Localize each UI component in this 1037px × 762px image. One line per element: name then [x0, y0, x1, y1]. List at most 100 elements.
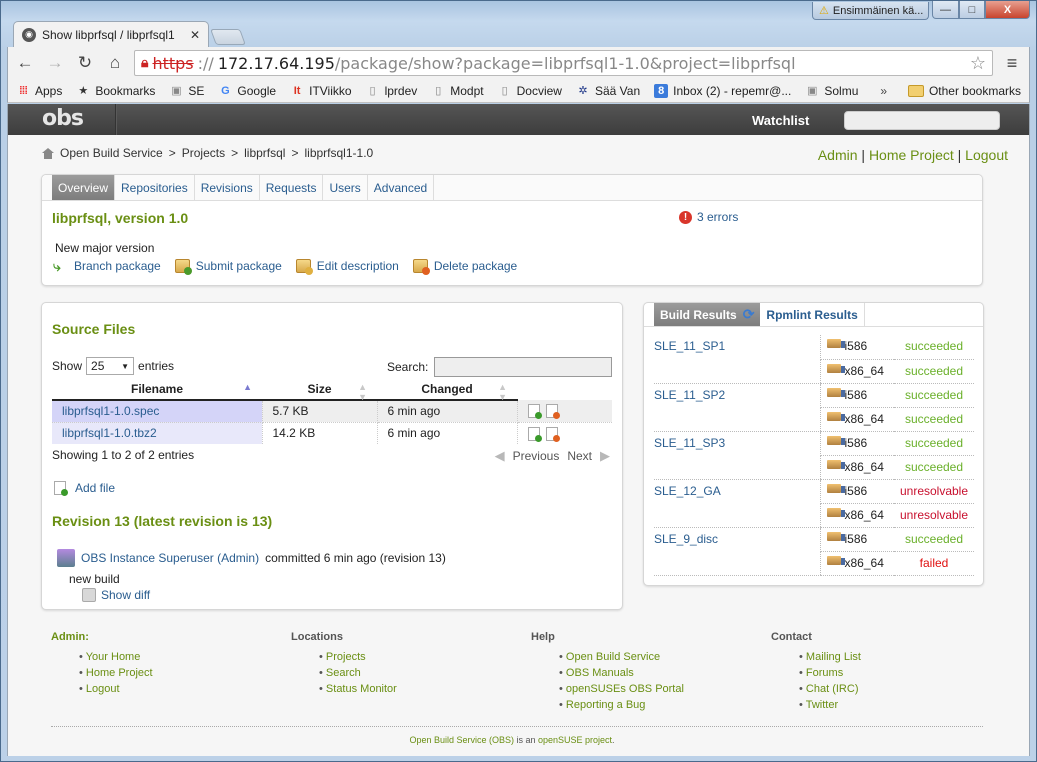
build-status-link[interactable]: unresolvable: [900, 508, 968, 522]
bookmark-inbox[interactable]: 8 Inbox (2) - repemr@...: [654, 83, 791, 98]
tab-revisions[interactable]: Revisions: [195, 175, 260, 200]
reload-button[interactable]: ↻: [74, 52, 96, 74]
submit-package-link[interactable]: Submit package: [174, 259, 282, 275]
forward-button[interactable]: →: [44, 52, 66, 74]
bookmark-bookmarks[interactable]: ★ Bookmarks: [76, 84, 155, 98]
maximize-button[interactable]: □: [959, 1, 985, 19]
footer-link[interactable]: Your Home: [86, 651, 141, 663]
tab-rpmlint-results[interactable]: Rpmlint Results: [760, 303, 865, 326]
bookmark-saa-van[interactable]: ✲ Sää Van: [576, 84, 640, 98]
minimize-button[interactable]: —: [932, 1, 959, 19]
other-bookmarks[interactable]: Other bookmarks: [907, 84, 1021, 98]
edit-description-link[interactable]: Edit description: [295, 259, 399, 275]
footer-link[interactable]: Forums: [806, 667, 843, 679]
tab-build-results[interactable]: Build Results ⟳: [654, 303, 761, 326]
admin-link[interactable]: Admin: [818, 147, 858, 163]
tab-users[interactable]: Users: [323, 175, 368, 200]
footer-link[interactable]: Home Project: [86, 667, 153, 679]
obs-logo[interactable]: obs: [42, 108, 84, 130]
entries-select[interactable]: 25 ▼: [86, 357, 135, 375]
download-file-icon[interactable]: [527, 404, 542, 420]
repository-link[interactable]: SLE_12_GA: [654, 484, 721, 498]
build-status-link[interactable]: failed: [920, 556, 949, 570]
footer-link[interactable]: Status Monitor: [326, 683, 397, 695]
obs-link[interactable]: Open Build Service (OBS): [409, 735, 514, 745]
delete-file-icon[interactable]: [545, 426, 560, 442]
bookmark-google[interactable]: G Google: [218, 84, 276, 98]
tab-advanced[interactable]: Advanced: [368, 175, 435, 200]
previous-button[interactable]: Previous: [513, 449, 560, 463]
build-status-link[interactable]: succeeded: [905, 460, 963, 474]
header-search-input[interactable]: [844, 111, 1000, 130]
show-diff-link[interactable]: Show diff: [82, 588, 150, 602]
footer-link[interactable]: Search: [326, 667, 361, 679]
bookmark-se[interactable]: ▣ SE: [169, 84, 204, 98]
file-link[interactable]: libprfsql1-1.0.spec: [62, 404, 159, 418]
footer-link[interactable]: OBS Manuals: [566, 667, 634, 679]
build-status-link[interactable]: succeeded: [905, 388, 963, 402]
browser-tab[interactable]: ◉ Show libprfsql / libprfsql1 ✕: [13, 21, 209, 47]
bookmark-apps[interactable]: ⁞⁞⁞ Apps: [16, 84, 62, 98]
file-link[interactable]: libprfsql1-1.0.tbz2: [62, 426, 157, 440]
breadcrumb-item[interactable]: Projects: [182, 146, 225, 160]
watchlist-link[interactable]: Watchlist: [752, 113, 809, 128]
footer-link[interactable]: Open Build Service: [566, 651, 660, 663]
bookmark-solmu[interactable]: ▣ Solmu: [805, 84, 858, 98]
delete-package-link[interactable]: Delete package: [412, 259, 517, 275]
repository-link[interactable]: SLE_11_SP1: [654, 339, 725, 353]
build-status-link[interactable]: succeeded: [905, 436, 963, 450]
branch-package-link[interactable]: ⤷ Branch package: [53, 259, 161, 273]
build-status-link[interactable]: unresolvable: [900, 484, 968, 498]
home-project-link[interactable]: Home Project: [869, 147, 954, 163]
column-filename[interactable]: Filename ▲: [52, 379, 262, 401]
footer-link[interactable]: Chat (IRC): [806, 683, 859, 695]
repository-link[interactable]: SLE_9_disc: [654, 532, 718, 546]
bookmark-itviikko[interactable]: It ITViikko: [290, 84, 352, 98]
refresh-icon[interactable]: ⟳: [743, 306, 755, 323]
window-controls: — □ X: [932, 1, 1030, 19]
more-bookmarks-button[interactable]: »: [880, 84, 887, 98]
tab-repositories[interactable]: Repositories: [115, 175, 195, 200]
file-search-input[interactable]: [434, 357, 612, 377]
new-tab-button[interactable]: [210, 29, 246, 45]
footer-link[interactable]: Logout: [86, 683, 120, 695]
breadcrumb-item[interactable]: libprfsql: [244, 146, 285, 160]
download-file-icon[interactable]: [527, 426, 542, 442]
home-button[interactable]: ⌂: [104, 52, 126, 74]
notification-badge[interactable]: ⚠ Ensimmäinen kä...: [812, 2, 929, 20]
build-status-link[interactable]: succeeded: [905, 339, 963, 353]
logout-link[interactable]: Logout: [965, 147, 1008, 163]
bookmark-docview[interactable]: ▯ Docview: [498, 84, 562, 98]
repository-link[interactable]: SLE_11_SP3: [654, 436, 725, 450]
bookmark-modpt[interactable]: ▯ Modpt: [431, 84, 483, 98]
footer-link[interactable]: Reporting a Bug: [566, 699, 646, 711]
author-link[interactable]: OBS Instance Superuser (Admin): [81, 551, 259, 565]
footer-link[interactable]: Mailing List: [806, 651, 861, 663]
footer-link[interactable]: Projects: [326, 651, 366, 663]
tab-overview[interactable]: Overview: [52, 175, 116, 200]
build-status-link[interactable]: succeeded: [905, 532, 963, 546]
add-file-link[interactable]: Add file: [54, 481, 115, 496]
address-bar[interactable]: 🔒︎ https://172.17.64.195/package/show?pa…: [134, 50, 993, 76]
close-window-button[interactable]: X: [985, 1, 1030, 19]
build-status-link[interactable]: succeeded: [905, 412, 963, 426]
browser-menu-icon[interactable]: ≡: [1001, 53, 1023, 74]
bookmark-star-icon[interactable]: ☆: [970, 53, 986, 74]
build-status-link[interactable]: succeeded: [905, 364, 963, 378]
delete-file-icon[interactable]: [545, 404, 560, 420]
next-arrow-icon[interactable]: ▶: [600, 448, 610, 464]
column-size[interactable]: Size ▲ ▼: [262, 379, 377, 402]
back-button[interactable]: ←: [14, 52, 36, 74]
footer-link[interactable]: openSUSEs OBS Portal: [566, 683, 684, 695]
bookmark-lprdev[interactable]: ▯ lprdev: [366, 84, 418, 98]
previous-arrow-icon[interactable]: ◀: [495, 448, 505, 464]
repository-link[interactable]: SLE_11_SP2: [654, 388, 725, 402]
tab-close-icon[interactable]: ✕: [190, 28, 200, 42]
next-button[interactable]: Next: [567, 449, 592, 463]
tab-requests[interactable]: Requests: [260, 175, 324, 200]
errors-link[interactable]: ! 3 errors: [679, 210, 738, 224]
opensuse-link[interactable]: openSUSE project: [538, 735, 612, 745]
breadcrumb-item[interactable]: Open Build Service: [60, 146, 163, 160]
footer-link[interactable]: Twitter: [806, 699, 838, 711]
column-changed[interactable]: Changed ▲ ▼: [377, 379, 517, 402]
